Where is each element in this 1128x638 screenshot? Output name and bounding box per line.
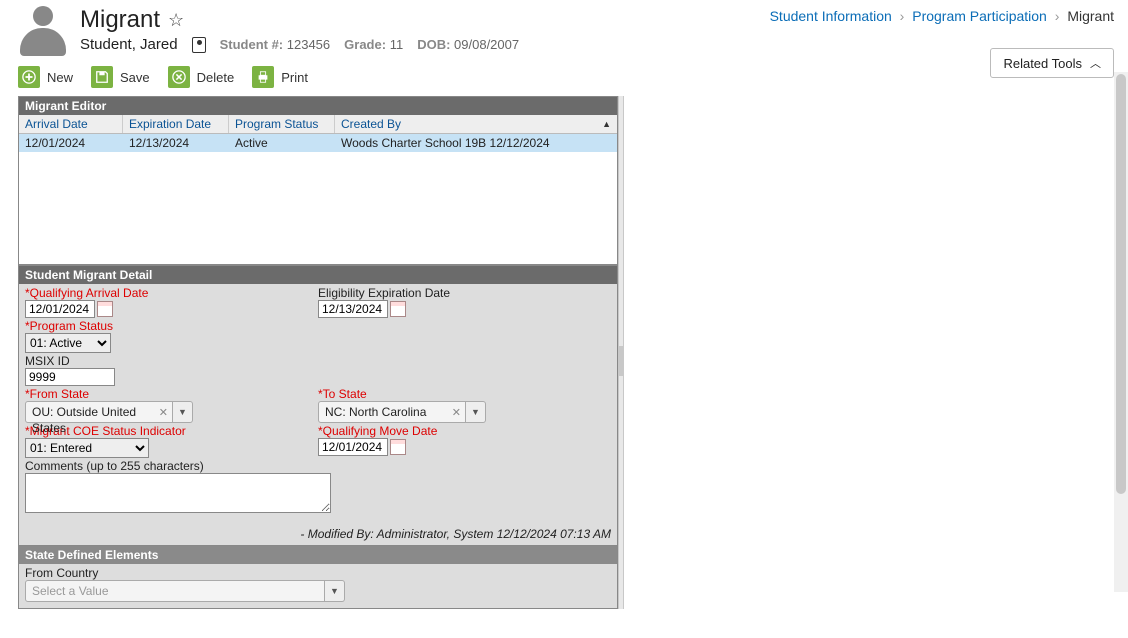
- comments-label: Comments (up to 255 characters): [25, 459, 611, 473]
- state-panel-header: State Defined Elements: [19, 546, 617, 564]
- delete-icon: [168, 66, 190, 88]
- from-state-label: *From State: [25, 387, 318, 401]
- clear-icon[interactable]: ✕: [452, 405, 461, 421]
- chevron-right-icon: ›: [1055, 8, 1060, 24]
- col-created-by[interactable]: Created By▲: [335, 115, 617, 133]
- delete-button[interactable]: Delete: [168, 66, 235, 88]
- student-grade: Grade: 11: [344, 37, 403, 52]
- col-arrival-date[interactable]: Arrival Date: [19, 115, 123, 133]
- eligibility-expiration-date-input[interactable]: [318, 300, 388, 318]
- chevron-down-icon[interactable]: ▼: [325, 580, 345, 602]
- msix-id-label: MSIX ID: [25, 354, 333, 368]
- msix-id-input[interactable]: [25, 368, 115, 386]
- from-state-combo[interactable]: OU: Outside United States✕ ▼: [25, 401, 193, 423]
- vertical-scrollbar[interactable]: [1114, 72, 1128, 592]
- detail-panel-header: Student Migrant Detail: [19, 266, 617, 284]
- print-icon: [252, 66, 274, 88]
- to-state-value: NC: North Carolina✕: [318, 401, 466, 423]
- print-label: Print: [281, 70, 308, 85]
- program-status-select[interactable]: 01: Active: [25, 333, 111, 353]
- cell-created: Woods Charter School 19B 12/12/2024: [335, 134, 617, 152]
- clear-icon[interactable]: ✕: [159, 405, 168, 421]
- to-state-label: *To State: [318, 387, 611, 401]
- table-row[interactable]: 12/01/2024 12/13/2024 Active Woods Chart…: [19, 134, 617, 152]
- to-state-combo[interactable]: NC: North Carolina✕ ▼: [318, 401, 486, 423]
- breadcrumb: Student Information › Program Participat…: [770, 8, 1114, 24]
- col-program-status[interactable]: Program Status: [229, 115, 335, 133]
- delete-label: Delete: [197, 70, 235, 85]
- calendar-icon[interactable]: [390, 301, 406, 317]
- related-tools-button[interactable]: Related Tools ︿: [990, 48, 1114, 78]
- migrant-editor-header: Migrant Editor: [19, 97, 617, 115]
- eligibility-expiration-date-label: Eligibility Expiration Date: [318, 286, 611, 300]
- breadcrumb-link-student-info[interactable]: Student Information: [770, 8, 892, 24]
- print-button[interactable]: Print: [252, 66, 308, 88]
- student-migrant-detail-panel: Student Migrant Detail *Qualifying Arriv…: [18, 265, 618, 546]
- save-icon: [91, 66, 113, 88]
- chevron-down-icon[interactable]: ▼: [173, 401, 193, 423]
- from-country-combo[interactable]: Select a Value ▼: [25, 580, 345, 602]
- save-button[interactable]: Save: [91, 66, 150, 88]
- program-status-label: *Program Status: [25, 319, 333, 333]
- qualifying-arrival-date-input[interactable]: [25, 300, 95, 318]
- calendar-icon[interactable]: [97, 301, 113, 317]
- chevron-down-icon[interactable]: ▼: [466, 401, 486, 423]
- breadcrumb-current: Migrant: [1067, 8, 1114, 24]
- grid-header-row: Arrival Date Expiration Date Program Sta…: [19, 115, 617, 134]
- page-header: Migrant ☆ Student, Jared Student #: 1234…: [0, 0, 1128, 60]
- qualifying-move-date-label: *Qualifying Move Date: [318, 424, 611, 438]
- left-panel: Migrant Editor Arrival Date Expiration D…: [18, 96, 618, 609]
- id-badge-icon[interactable]: [192, 37, 206, 53]
- avatar: [18, 6, 68, 56]
- scrollbar-thumb[interactable]: [1116, 74, 1126, 494]
- favorite-star-icon[interactable]: ☆: [168, 10, 184, 31]
- from-state-value: OU: Outside United States✕: [25, 401, 173, 423]
- related-tools-label: Related Tools: [1003, 56, 1082, 71]
- save-label: Save: [120, 70, 150, 85]
- content-area: Migrant Editor Arrival Date Expiration D…: [0, 96, 1128, 609]
- grid-body[interactable]: 12/01/2024 12/13/2024 Active Woods Chart…: [19, 134, 617, 264]
- from-country-value: Select a Value: [25, 580, 325, 602]
- student-number: Student #: 123456: [220, 37, 331, 52]
- chevron-up-icon: ︿: [1090, 55, 1101, 71]
- cell-status: Active: [229, 134, 335, 152]
- sort-asc-icon: ▲: [602, 119, 611, 129]
- migrant-editor-grid: Migrant Editor Arrival Date Expiration D…: [18, 96, 618, 265]
- chevron-right-icon: ›: [900, 8, 905, 24]
- plus-icon: [18, 66, 40, 88]
- migrant-coe-status-label: *Migrant COE Status Indicator: [25, 424, 318, 438]
- cell-arrival: 12/01/2024: [19, 134, 123, 152]
- comments-textarea[interactable]: [25, 473, 331, 513]
- state-defined-elements-panel: State Defined Elements From Country Sele…: [18, 546, 618, 609]
- student-dob: DOB: 09/08/2007: [417, 37, 519, 52]
- cell-expiration: 12/13/2024: [123, 134, 229, 152]
- new-button[interactable]: New: [18, 66, 73, 88]
- calendar-icon[interactable]: [390, 439, 406, 455]
- toolbar: New Save Delete Print: [0, 60, 1128, 96]
- student-name: Student, Jared: [80, 36, 178, 53]
- breadcrumb-link-program-participation[interactable]: Program Participation: [912, 8, 1047, 24]
- splitter-handle[interactable]: [618, 96, 624, 609]
- qualifying-arrival-date-label: *Qualifying Arrival Date: [25, 286, 318, 300]
- qualifying-move-date-input[interactable]: [318, 438, 388, 456]
- page-title: Migrant: [80, 6, 160, 34]
- col-expiration-date[interactable]: Expiration Date: [123, 115, 229, 133]
- migrant-coe-status-select[interactable]: 01: Entered: [25, 438, 149, 458]
- new-label: New: [47, 70, 73, 85]
- modified-by-text: - Modified By: Administrator, System 12/…: [19, 523, 617, 545]
- from-country-label: From Country: [25, 566, 611, 580]
